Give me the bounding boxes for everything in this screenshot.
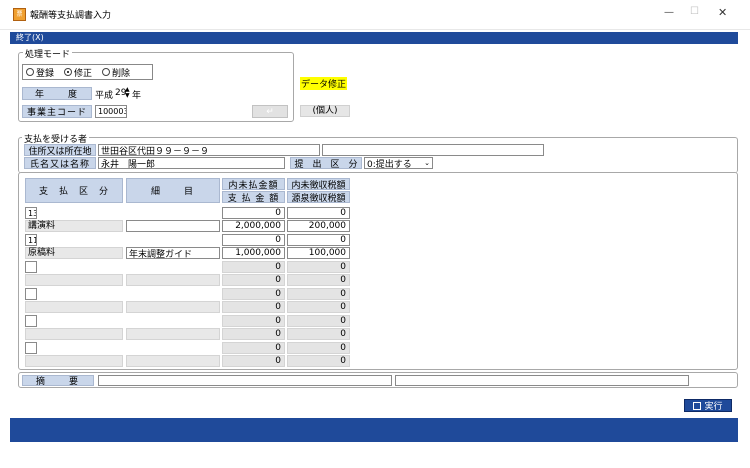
row5-uncollected: 0 (287, 315, 350, 327)
row6-unpaid: 0 (222, 342, 285, 354)
col-header-unpaid: 内未払金額 (222, 178, 285, 190)
name-input[interactable]: 永井 陽一郎 (98, 157, 285, 169)
row3-unpaid: 0 (222, 261, 285, 273)
mode-group-legend: 処理モード (23, 47, 73, 60)
col-header-tax: 源泉徴収税額 (287, 191, 350, 203)
row2-amount[interactable]: 1,000,000 (222, 247, 285, 259)
mode-group: 処理モード 登録 修正 削除 年 度 平成 29 ▲ ▼ 年 事業主コード 100… (18, 47, 294, 122)
row4-unpaid: 0 (222, 288, 285, 300)
menu-bar: 終了(X) (10, 32, 738, 44)
radio-modify-dot (64, 68, 73, 76)
year-era: 平成 (95, 91, 114, 101)
row3-uncollected: 0 (287, 261, 350, 273)
enter-button[interactable]: ↵ (252, 105, 288, 118)
row3-code-input[interactable] (25, 261, 37, 273)
status-bar (10, 418, 738, 442)
submit-select-value: 0:提出する (367, 159, 412, 169)
row2-uncollected[interactable]: 0 (287, 234, 350, 246)
mode-radio-delete[interactable]: 削除 (102, 66, 130, 79)
row5-detail (126, 328, 220, 340)
row2-detail-input[interactable]: 年末調整ガイド (126, 247, 220, 259)
row1-kubun-name: 講演料 (25, 220, 123, 232)
row6-code-input[interactable] (25, 342, 37, 354)
app-icon: 票 (13, 8, 26, 21)
window-title: 報酬等支払調書入力 (30, 11, 112, 21)
person-type-badge: (個人) (300, 105, 350, 117)
chevron-down-icon: ⌄ (424, 159, 430, 167)
row2-tax[interactable]: 100,000 (287, 247, 350, 259)
business-code-label: 事業主コード (22, 105, 92, 118)
execute-label: 実行 (704, 402, 723, 412)
close-button[interactable]: ✕ (718, 6, 732, 19)
execute-icon (693, 401, 702, 410)
mode-radio-modify[interactable]: 修正 (64, 66, 92, 79)
address-input[interactable]: 世田谷区代田９９－９－９ (98, 144, 320, 156)
business-code-input[interactable]: 100003 (95, 105, 127, 118)
col-header-kubun: 支 払 区 分 (25, 178, 123, 203)
row5-amount: 0 (222, 328, 285, 340)
mode-radio-box: 登録 修正 削除 (22, 64, 153, 80)
row5-unpaid: 0 (222, 315, 285, 327)
row4-code-input[interactable] (25, 288, 37, 300)
row1-code-input[interactable]: 13 (25, 207, 37, 219)
row4-uncollected: 0 (287, 288, 350, 300)
row3-amount: 0 (222, 274, 285, 286)
row4-detail (126, 301, 220, 313)
title-bar: 票 報酬等支払調書入力 — ☐ ✕ (0, 0, 750, 30)
row2-unpaid[interactable]: 0 (222, 234, 285, 246)
row6-amount: 0 (222, 355, 285, 367)
col-header-uncollected: 内未徴収税額 (287, 178, 350, 190)
col-header-detail: 細 目 (126, 178, 220, 203)
row5-kubun-name (25, 328, 123, 340)
remarks-input-2[interactable] (395, 375, 689, 386)
maximize-button[interactable]: ☐ (690, 6, 704, 17)
radio-delete-dot (102, 68, 111, 76)
execute-button[interactable]: 実行 (684, 399, 732, 412)
row3-kubun-name (25, 274, 123, 286)
row2-kubun-name: 原稿料 (25, 247, 123, 259)
radio-register-dot (26, 68, 34, 76)
year-label: 年 度 (22, 87, 92, 100)
row1-amount[interactable]: 2,000,000 (222, 220, 285, 232)
row6-tax: 0 (287, 355, 350, 367)
row5-code-input[interactable] (25, 315, 37, 327)
row1-unpaid[interactable]: 0 (222, 207, 285, 219)
row6-uncollected: 0 (287, 342, 350, 354)
row3-detail (126, 274, 220, 286)
exit-menu[interactable]: 終了(X) (16, 32, 44, 44)
row4-kubun-name (25, 301, 123, 313)
year-spinner-icon[interactable]: ▲ ▼ (125, 87, 130, 99)
submit-label: 提 出 区 分 (290, 157, 362, 169)
row3-tax: 0 (287, 274, 350, 286)
row1-uncollected[interactable]: 0 (287, 207, 350, 219)
row2-code-input[interactable]: 11 (25, 234, 37, 246)
remarks-label: 摘 要 (22, 375, 94, 386)
row1-detail-input[interactable] (126, 220, 220, 232)
mode-radio-register[interactable]: 登録 (26, 66, 54, 79)
row4-amount: 0 (222, 301, 285, 313)
row6-detail (126, 355, 220, 367)
row1-tax[interactable]: 200,000 (287, 220, 350, 232)
row6-kubun-name (25, 355, 123, 367)
submit-select[interactable]: 0:提出する ⌄ (364, 157, 433, 169)
row5-tax: 0 (287, 328, 350, 340)
col-header-amount: 支 払 金 額 (222, 191, 285, 203)
address-input-2[interactable] (322, 144, 544, 156)
minimize-button[interactable]: — (664, 7, 678, 18)
name-label: 氏名又は名称 (24, 157, 96, 169)
row4-tax: 0 (287, 301, 350, 313)
year-unit: 年 (132, 91, 142, 101)
address-label: 住所又は所在地 (24, 144, 96, 156)
remarks-input-1[interactable] (98, 375, 392, 386)
mode-status-badge: データ修正 (300, 77, 348, 90)
